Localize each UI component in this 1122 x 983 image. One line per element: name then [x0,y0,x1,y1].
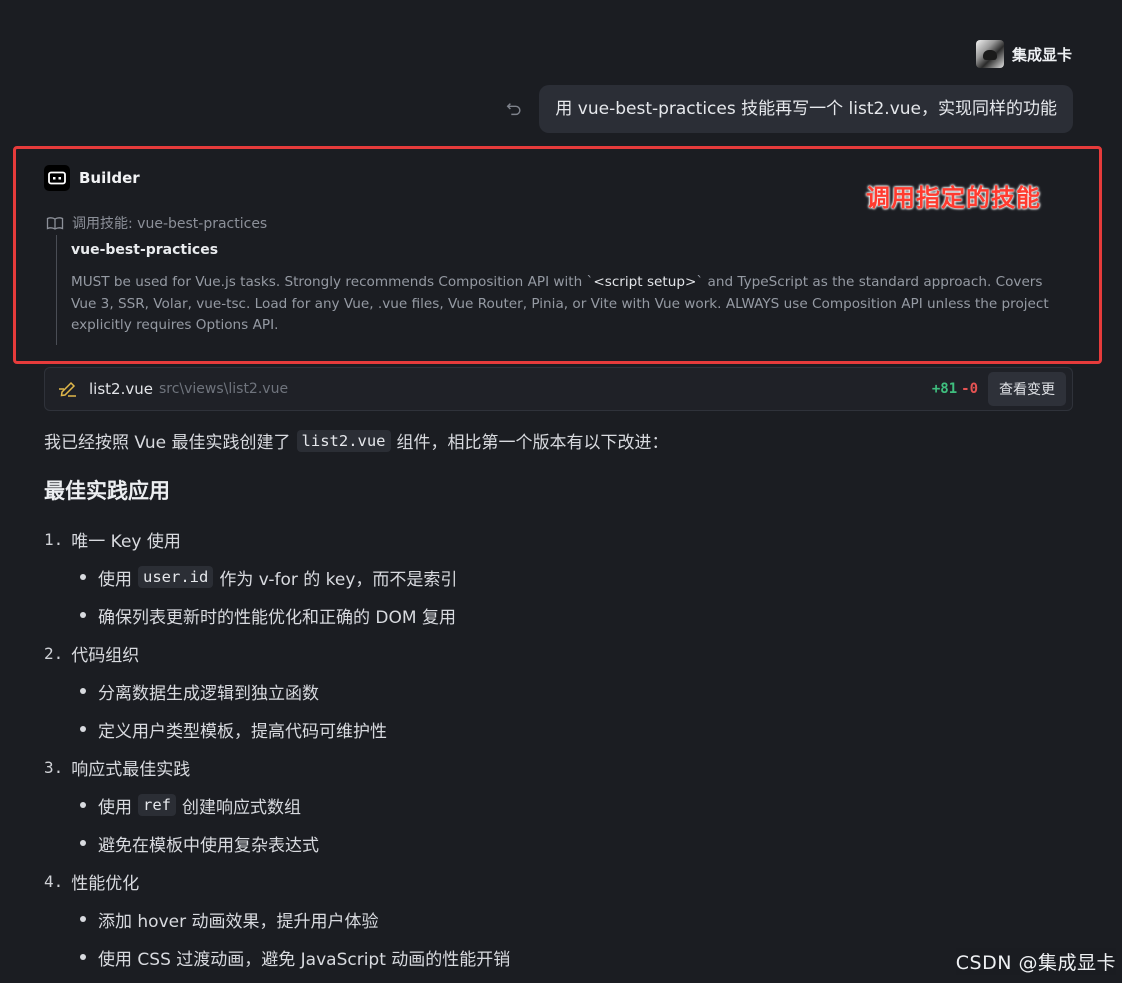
list-item: 3. 响应式最佳实践 [44,748,944,786]
skill-invocation[interactable]: 调用技能: vue-best-practices [46,213,267,233]
bullet-item: 定义用户类型模板，提高代码可维护性 [44,710,944,748]
bullet-text: 避免在模板中使用复杂表达式 [98,835,319,856]
bullet-dot [80,688,86,694]
file-path: src\views\list2.vue [158,381,289,397]
bullet-item: 避免在模板中使用复杂表达式 [44,824,944,862]
bullet-item: 分离数据生成逻辑到独立函数 [44,672,944,710]
bullet-text: 添加 hover 动画效果，提升用户体验 [98,911,379,932]
file-change-row[interactable]: list2.vue src\views\list2.vue +81 -0 查看变… [44,367,1073,411]
view-changes-button[interactable]: 查看变更 [988,372,1066,406]
skill-description: MUST be used for Vue.js tasks. Strongly … [71,272,1061,337]
list-item: 1. 唯一 Key 使用 [44,520,944,558]
avatar [975,40,1004,68]
skill-desc-code: <script setup> [593,274,697,290]
bullet-item: 确保列表更新时的性能优化和正确的 DOM 复用 [44,596,944,634]
item-number: 1. [44,529,64,549]
bullet-inline-code: ref [138,794,176,816]
bullet-text: 分离数据生成逻辑到独立函数 [98,683,319,704]
bullet-text: 确保列表更新时的性能优化和正确的 DOM 复用 [98,607,456,628]
bullet-text-after: 创建响应式数组 [182,797,301,818]
user-header: 集成显卡 [975,40,1072,68]
user-message: 用 vue-best-practices 技能再写一个 list2.vue，实现… [539,85,1073,133]
skill-desc-part1: MUST be used for Vue.js tasks. Strongly … [71,274,594,290]
skill-card: vue-best-practices MUST be used for Vue.… [56,235,1056,345]
file-name[interactable]: list2.vue [89,380,153,398]
item-title: 性能优化 [71,873,140,894]
bullet-dot [80,802,86,808]
bullet-inline-code: user.id [138,566,214,588]
intro-inline-code: list2.vue [296,429,391,452]
edit-file-icon [59,381,76,397]
chat-page: 集成显卡 用 vue-best-practices 技能再写一个 list2.v… [0,0,1122,983]
list-item: 2. 代码组织 [44,634,944,672]
skill-name: vue-best-practices [71,242,219,258]
bullet-text-after: 作为 v-for 的 key，而不是索引 [219,569,458,590]
additions-count: +81 [931,381,958,397]
watermark: CSDN @集成显卡 [955,948,1116,975]
user-message-row: 用 vue-best-practices 技能再写一个 list2.vue，实现… [505,85,1073,133]
bullet-text-before: 使用 [98,797,132,818]
section-title: 最佳实践应用 [44,479,170,503]
bullet-item: 使用 CSS 过渡动画，避免 JavaScript 动画的性能开销 [44,938,944,976]
builder-header: Builder [44,165,140,191]
book-icon [46,216,64,230]
item-number: 3. [44,757,64,777]
deletions-count: -0 [961,381,978,397]
intro-text-after: 组件，相比第一个版本有以下改进： [396,433,669,453]
bullet-text: 定义用户类型模板，提高代码可维护性 [98,721,387,742]
bullet-dot [80,574,86,580]
bullet-item: 使用 ref 创建响应式数组 [44,786,944,824]
bullet-item: 使用 user.id 作为 v-for 的 key，而不是索引 [44,558,944,596]
item-number: 2. [44,643,64,663]
item-number: 4. [44,871,64,891]
builder-name: Builder [79,169,140,187]
user-name: 集成显卡 [1011,45,1072,64]
improvements-list: 1. 唯一 Key 使用 使用 user.id 作为 v-for 的 key，而… [44,520,944,976]
bullet-dot [80,726,86,732]
bullet-text: 使用 CSS 过渡动画，避免 JavaScript 动画的性能开销 [98,949,511,970]
intro-text-before: 我已经按照 Vue 最佳实践创建了 [44,433,291,453]
intro-paragraph: 我已经按照 Vue 最佳实践创建了 list2.vue 组件，相比第一个版本有以… [44,428,669,453]
item-title: 唯一 Key 使用 [71,531,181,552]
item-title: 代码组织 [71,645,140,666]
bullet-item: 添加 hover 动画效果，提升用户体验 [44,900,944,938]
list-item: 4. 性能优化 [44,862,944,900]
bullet-dot [80,612,86,618]
skill-label: 调用技能: vue-best-practices [72,216,268,232]
bullet-dot [80,840,86,846]
annotation-label: 调用指定的技能 [866,184,1041,212]
bullet-dot [80,916,86,922]
builder-logo-icon [44,165,70,191]
item-title: 响应式最佳实践 [71,759,191,780]
undo-icon[interactable] [505,100,523,118]
bullet-text-before: 使用 [98,569,132,590]
bullet-dot [80,954,86,960]
